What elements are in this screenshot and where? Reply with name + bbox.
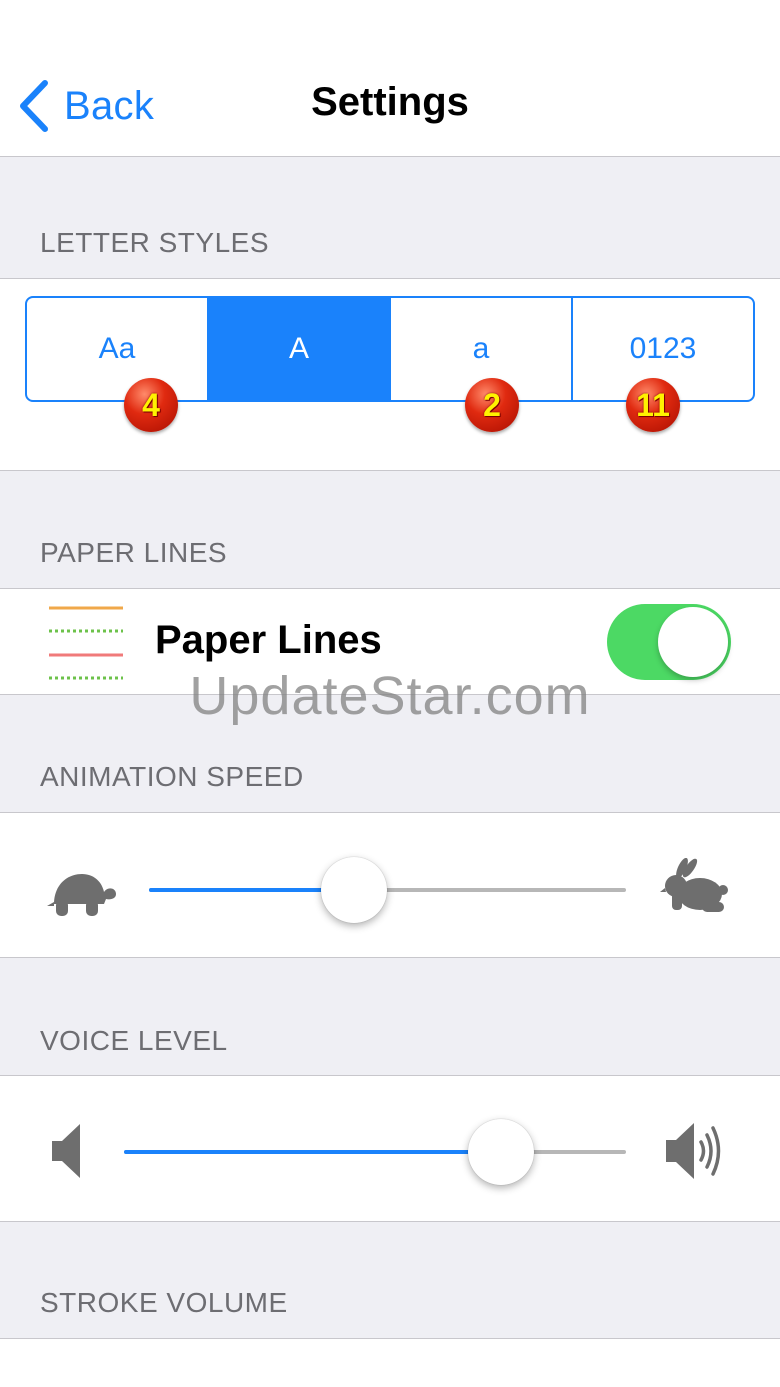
navigation-bar: Back Settings [0,0,780,157]
paper-lines-label: Paper Lines [155,618,382,662]
segment-label: 0123 [629,332,697,365]
segment-mixed-case[interactable]: Aa [27,298,207,400]
segment-label: A [288,332,309,365]
segment-label: Aa [98,332,136,365]
segment-label: a [472,332,490,365]
animation-speed-slider[interactable] [149,857,626,923]
section-header-stroke-volume: STROKE VOLUME [40,1287,288,1318]
speaker-low-icon [52,1124,80,1178]
badge-mixed-case: 4 [124,378,178,432]
page-title: Settings [311,80,469,124]
badge-numbers: 11 [626,378,680,432]
section-header-paper-lines: PAPER LINES [40,537,228,568]
stroke-volume-group [0,1338,780,1387]
slider-fill [124,1150,501,1154]
section-header-letter-styles: LETTER STYLES [40,227,270,258]
section-header-animation-speed: ANIMATION SPEED [40,761,304,792]
badge-lowercase: 2 [465,378,519,432]
section-header-voice-level: VOICE LEVEL [40,1025,228,1056]
slider-thumb[interactable] [467,1119,534,1185]
speaker-high-icon [666,1123,721,1179]
watermark: UpdateStar.com [189,666,591,726]
voice-level-slider[interactable] [124,1119,626,1185]
slider-thumb[interactable] [321,857,388,923]
segment-uppercase[interactable]: A [207,298,389,400]
rabbit-icon [660,858,728,912]
turtle-icon [47,874,116,916]
